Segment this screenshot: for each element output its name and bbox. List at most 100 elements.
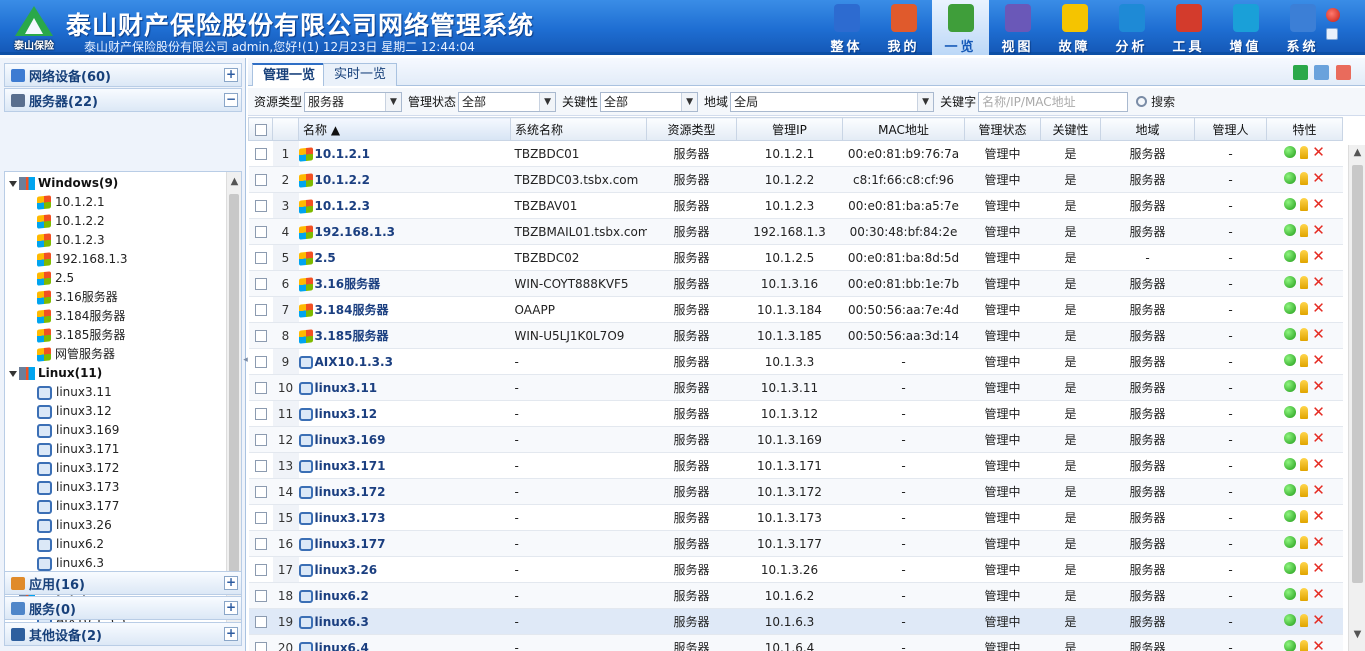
- chevron-down-icon[interactable]: ▼: [917, 92, 934, 111]
- tab-realtime-overview[interactable]: 实时一览: [323, 63, 398, 86]
- delete-icon[interactable]: ✕: [1312, 248, 1325, 263]
- scroll-down-icon[interactable]: ▼: [1349, 629, 1365, 645]
- ping-status-icon[interactable]: [1284, 458, 1297, 471]
- row-checkbox[interactable]: [248, 192, 273, 219]
- ping-status-icon[interactable]: [1284, 614, 1297, 627]
- row-checkbox[interactable]: [248, 374, 273, 401]
- region-select[interactable]: 全局 ▼: [730, 91, 935, 112]
- expand-icon[interactable]: +: [224, 68, 238, 82]
- row-checkbox[interactable]: [248, 400, 273, 427]
- collapse-icon[interactable]: −: [224, 93, 238, 107]
- table-row[interactable]: 4 192.168.1.3 TBZBMAIL01.tsbx.com 服务器 192.16…: [248, 218, 1343, 245]
- resource-name-link[interactable]: 10.1.2.1: [298, 140, 511, 167]
- resource-type-select[interactable]: 服务器 ▼: [304, 91, 403, 112]
- row-checkbox[interactable]: [248, 296, 273, 323]
- ping-status-icon[interactable]: [1284, 328, 1297, 341]
- resource-name-link[interactable]: linux3.26: [298, 556, 511, 583]
- tree-item[interactable]: linux6.2: [37, 535, 104, 554]
- row-checkbox[interactable]: [248, 608, 273, 635]
- select-all-checkbox[interactable]: [248, 117, 273, 141]
- row-checkbox[interactable]: [248, 634, 273, 651]
- resource-name-link[interactable]: linux3.169: [298, 426, 511, 453]
- credential-key-icon[interactable]: [1300, 457, 1309, 471]
- credential-key-icon[interactable]: [1300, 379, 1309, 393]
- tree-item[interactable]: linux3.172: [37, 459, 119, 478]
- tree-item[interactable]: 10.1.2.3: [37, 231, 105, 250]
- tree-item[interactable]: linux3.11: [37, 383, 112, 402]
- row-checkbox[interactable]: [248, 140, 273, 167]
- table-row[interactable]: 1 10.1.2.1 TBZBDC01 服务器 10.1.2.1 00:e0:81:b9:…: [248, 140, 1343, 167]
- nav-button-5[interactable]: 分析: [1103, 0, 1160, 55]
- resource-name-link[interactable]: linux6.2: [298, 582, 511, 609]
- resource-name-link[interactable]: 3.16服务器: [298, 270, 511, 297]
- chevron-down-icon[interactable]: ▼: [681, 92, 698, 111]
- table-row[interactable]: 2 10.1.2.2 TBZBDC03.tsbx.com 服务器 10.1.2.2 c8:…: [248, 166, 1343, 193]
- ping-status-icon[interactable]: [1284, 198, 1297, 211]
- table-row[interactable]: 15 linux3.173- 服务器 10.1.3.173- 管理中是服务器 - ✕: [248, 504, 1343, 531]
- resource-name-link[interactable]: linux6.4: [298, 634, 511, 651]
- row-checkbox[interactable]: [248, 478, 273, 505]
- sidebar-section-servers[interactable]: 服务器(22) −: [4, 88, 242, 112]
- credential-key-icon[interactable]: [1300, 405, 1309, 419]
- sidebar-section-services[interactable]: 服务(0) +: [4, 596, 242, 620]
- column-criticality[interactable]: 关键性: [1040, 117, 1101, 141]
- resource-name-link[interactable]: linux3.172: [298, 478, 511, 505]
- tree-item[interactable]: linux3.177: [37, 497, 119, 516]
- table-row[interactable]: 9 AIX10.1.3.3- 服务器 10.1.3.3- 管理中是服务器 - ✕: [248, 348, 1343, 375]
- row-checkbox[interactable]: [248, 244, 273, 271]
- tree-item[interactable]: 网管服务器: [37, 345, 115, 364]
- delete-icon[interactable]: ✕: [1312, 170, 1325, 185]
- table-row[interactable]: 8 3.185服务器 WIN-U5LJ1K0L7O9 服务器 10.1.3.185 00:…: [248, 322, 1343, 349]
- table-row[interactable]: 14 linux3.172- 服务器 10.1.3.172- 管理中是服务器 - ✕: [248, 478, 1343, 505]
- tree-item[interactable]: linux3.26: [37, 516, 112, 535]
- table-row[interactable]: 10 linux3.11- 服务器 10.1.3.11- 管理中是服务器 - ✕: [248, 374, 1343, 401]
- expand-icon[interactable]: +: [224, 576, 238, 590]
- alarm-light-icon[interactable]: [1326, 8, 1340, 22]
- logout-icon[interactable]: [1326, 28, 1338, 40]
- tree-item[interactable]: linux3.12: [37, 402, 112, 421]
- ping-status-icon[interactable]: [1284, 172, 1297, 185]
- sidebar-section-network-devices[interactable]: 网络设备(60) +: [4, 63, 242, 87]
- table-row[interactable]: 12 linux3.169- 服务器 10.1.3.169- 管理中是服务器 - ✕: [248, 426, 1343, 453]
- criticality-select[interactable]: 全部 ▼: [600, 91, 699, 112]
- column-management-ip[interactable]: 管理IP: [736, 117, 843, 141]
- scroll-up-icon[interactable]: ▲: [227, 174, 241, 190]
- table-row[interactable]: 7 3.184服务器 OAAPP 服务器 10.1.3.184 00:50:56:aa:7…: [248, 296, 1343, 323]
- delete-icon[interactable]: ✕: [1312, 612, 1325, 627]
- table-row[interactable]: 5 2.5 TBZBDC02 服务器 10.1.2.5 00:e0:81:ba:8d:5d…: [248, 244, 1343, 271]
- ping-status-icon[interactable]: [1284, 562, 1297, 575]
- column-features[interactable]: 特性: [1266, 117, 1343, 141]
- tree-group-linux[interactable]: Linux(11): [9, 364, 102, 383]
- delete-icon[interactable]: ✕: [1312, 430, 1325, 445]
- column-mac-address[interactable]: MAC地址: [842, 117, 965, 141]
- nav-button-6[interactable]: 工具: [1160, 0, 1217, 55]
- resource-name-link[interactable]: linux3.171: [298, 452, 511, 479]
- resource-name-link[interactable]: linux3.177: [298, 530, 511, 557]
- delete-icon[interactable]: ✕: [1312, 326, 1325, 341]
- tree-item[interactable]: 3.184服务器: [37, 307, 125, 326]
- tree-item[interactable]: 192.168.1.3: [37, 250, 128, 269]
- column-region[interactable]: 地域: [1100, 117, 1195, 141]
- row-checkbox[interactable]: [248, 270, 273, 297]
- ping-status-icon[interactable]: [1284, 354, 1297, 367]
- row-checkbox[interactable]: [248, 322, 273, 349]
- tree-group-windows[interactable]: Windows(9): [9, 174, 118, 193]
- resource-name-link[interactable]: linux3.173: [298, 504, 511, 531]
- keyword-search-input[interactable]: [978, 91, 1129, 112]
- column-system-name[interactable]: 系统名称: [510, 117, 647, 141]
- ping-status-icon[interactable]: [1284, 432, 1297, 445]
- add-icon[interactable]: [1293, 65, 1308, 80]
- chevron-down-icon[interactable]: ▼: [385, 92, 402, 111]
- credential-key-icon[interactable]: [1300, 561, 1309, 575]
- delete-icon[interactable]: ✕: [1312, 534, 1325, 549]
- sidebar-section-applications[interactable]: 应用(16) +: [4, 571, 242, 595]
- nav-button-7[interactable]: 增值: [1217, 0, 1274, 55]
- resource-name-link[interactable]: linux3.12: [298, 400, 511, 427]
- resource-name-link[interactable]: 2.5: [298, 244, 511, 271]
- column-management-status[interactable]: 管理状态: [964, 117, 1041, 141]
- scroll-up-icon[interactable]: ▲: [1349, 147, 1365, 163]
- table-row[interactable]: 3 10.1.2.3 TBZBAV01 服务器 10.1.2.3 00:e0:81:ba:…: [248, 192, 1343, 219]
- ping-status-icon[interactable]: [1284, 302, 1297, 315]
- expand-arrow-icon[interactable]: [9, 180, 17, 187]
- resource-name-link[interactable]: 10.1.2.2: [298, 166, 511, 193]
